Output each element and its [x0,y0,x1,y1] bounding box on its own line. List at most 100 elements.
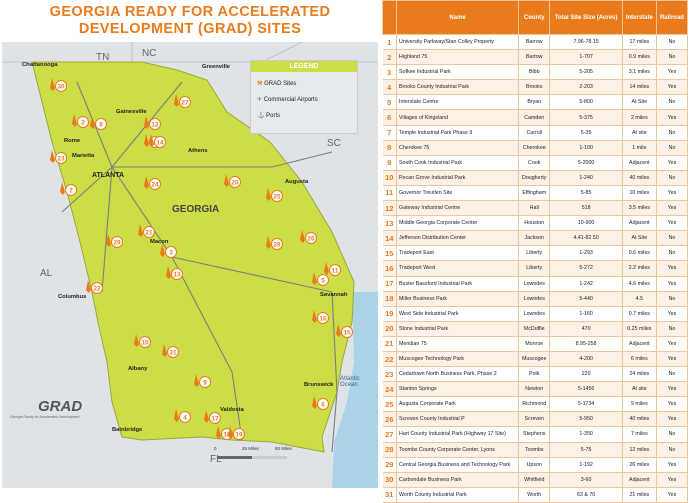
city-augusta: Augusta [285,179,309,185]
cell-interstate: Adjacent [622,215,657,232]
table-row[interactable]: 30 Carbondale Business Park Whitfield 3-60 A… [382,472,689,488]
table-row[interactable]: 15 Tradeport East Liberty 1-293 0.6 miles No [382,245,689,262]
table-row[interactable]: 14 Jefferson Distribution Center Jackson 4.… [382,230,689,247]
table-row[interactable]: 12 Gateway Industrial Centre Hall 518 3.5 mi… [382,200,689,217]
table-row[interactable]: 10 Pecan Grove Industrial Park Dougherty 1-… [382,170,689,186]
cell-county: Lowndes [518,276,551,292]
table-row[interactable]: 2 Highland 75 Bartow 1-707 0.9 miles No [382,49,689,66]
table-row[interactable]: 21 Meridian 75 Monroe 8.95-258 Adjacent Yes [382,336,689,352]
legend-label-ports: Ports [266,113,281,119]
cell-name: Screven County Industrial P [396,411,519,428]
cell-size: 1-240 [549,170,623,186]
cell-size: 518 [549,200,623,217]
cell-size: 1-242 [549,276,623,292]
ocean-label: Atlantic Ocean [340,376,360,388]
table-row[interactable]: 25 Augusta Corporate Park Richmond 5-1734 9 … [382,396,689,413]
cell-size: 2-203 [549,79,623,96]
table-row[interactable]: 28 Toombs County Corporate Center, Lyons T… [382,442,689,458]
cell-interstate: 26 miles [622,457,657,473]
legend-label-airports: Commercial Airports [263,97,318,103]
page-title: GEORGIA READY FOR ACCELERATED DEVELOPMEN… [0,4,380,38]
cell-interstate: Adjacent [622,336,657,352]
cell-name: Hart County Industrial Park (Highway 17 … [396,426,519,443]
table-row[interactable]: 24 Stanton Springs Newton 5-1456 At site Yes [382,381,689,398]
table-row[interactable]: 13 Middle Georgia Corporate Center Houston… [382,215,689,232]
cell-size: 470 [549,321,623,337]
cell-county: Brooks [518,79,551,96]
cell-railroad: Yes [656,109,689,126]
cell-railroad: No [656,170,689,186]
cell-size: 1-160 [549,306,623,322]
cell-size: 1-350 [549,426,623,443]
cell-name: Temple Industrial Park Phase II [396,125,519,141]
table-row[interactable]: 17 Buster Bassford Industrial Park Lowndes… [382,276,689,292]
state-label-georgia: GEORGIA [172,204,220,215]
city-savannah: Savannah [320,292,348,298]
cell-blank: 19 [382,306,397,322]
cell-interstate: 9 miles [622,396,657,413]
table-row[interactable]: 5 Interstate Centre Bryan 5-800 At Site No [382,94,689,111]
table-row[interactable]: 29 Central Georgia Business and Technolog… [382,457,689,473]
city-greenville: Greenville [202,64,231,70]
site-number: 26 [307,235,315,242]
cell-name: Gateway Industrial Centre [396,200,519,217]
table-row[interactable]: 4 Brooks County Industrial Park Brooks 2-20… [382,79,689,96]
cell-blank: 17 [382,276,397,292]
sites-table: Name County Total Site Size (Acres) Interst… [382,0,689,503]
table-row[interactable]: 26 Screven County Industrial P Screven 5-95… [382,411,689,428]
state-label-fl: FL [210,454,222,465]
table-row[interactable]: 11 Governor Treutlen Site Effingham 5-85 10 … [382,185,689,202]
table-row[interactable]: 23 Cedartown North Business Park, Phase 2… [382,366,689,383]
georgia-map[interactable]: 1234567891011121314151617181920212223242… [2,42,378,488]
cell-county: Lowndes [518,306,551,322]
cell-blank: 7 [382,125,397,141]
site-number: 10 [141,339,149,346]
table-row[interactable]: 3 Sofkee Industrial Park Bibb 5-205 3.1 mile… [382,64,689,81]
table-row[interactable]: 19 West Side Industrial Park Lowndes 1-160 0… [382,306,689,322]
site-number: 19 [235,431,243,438]
cell-name: Central Georgia Business and Technology … [396,457,519,473]
cell-county: Newton [518,381,551,398]
table-row[interactable]: 16 Tradeport West Liberty 5-272 2.2 miles Yes [382,260,689,277]
cell-county: Lowndes [518,291,551,307]
site-number: 27 [181,99,189,106]
cell-county: Liberty [518,245,551,262]
shovel-icon [50,150,55,163]
cell-county: McDuffie [518,321,551,337]
neighbor-borders [2,42,378,63]
cell-railroad: Yes [656,185,689,202]
cell-railroad: No [656,291,689,307]
cell-name: Muscogee Technology Park [396,351,519,368]
cell-railroad: No [656,321,689,337]
cell-county: Dougherty [518,170,551,186]
cell-blank: 1 [382,34,397,51]
cell-size: 220 [549,366,623,383]
cell-railroad: No [656,34,689,51]
site-number: 29 [113,239,121,246]
table-row[interactable]: 1 University Parkway/Stan Colley Property… [382,34,689,51]
table-row[interactable]: 7 Temple Industrial Park Phase II Carroll 5… [382,125,689,141]
cell-interstate: 0.9 miles [622,49,657,66]
cell-size: 1-293 [549,245,623,262]
cell-blank: 27 [382,426,397,443]
cell-blank: 22 [382,351,397,368]
header-size: Total Site Size (Acres) [549,0,623,35]
cell-interstate: 14 miles [622,79,657,96]
cell-interstate: 1 mile [622,140,657,156]
table-row[interactable]: 18 Miller Business Park Lowndes 5-440 4.5 No [382,291,689,307]
cell-interstate: 10 miles [622,185,657,202]
table-row[interactable]: 6 Villages of Kingsland Camden 5-375 2 miles… [382,109,689,126]
cell-size: 5-1456 [549,381,623,398]
cell-interstate: 2 miles [622,109,657,126]
cell-name: Toombs County Corporate Center, Lyons [396,442,519,458]
table-row[interactable]: 22 Muscogee Technology Park Muscogee 4-200 6… [382,351,689,368]
table-row[interactable]: 20 Stone Industrial Park McDuffie 470 0.25 m… [382,321,689,337]
cell-size: 5-375 [549,109,623,126]
table-row[interactable]: 8 Cherokee 75 Cherokee 1-100 1 mile No [382,140,689,156]
table-row[interactable]: 27 Hart County Industrial Park (Highway 1… [382,426,689,443]
city-chattanooga: Chattanooga [22,62,58,68]
table-row[interactable]: 9 South Cook Industrial Park Cook 5-2000 Adj… [382,155,689,171]
table-row[interactable]: 31 Worth County Industrial Park Worth 63 & … [382,487,689,503]
state-label-tn: TN [96,52,110,63]
table-body: 1 University Parkway/Stan Colley Property… [382,34,689,503]
